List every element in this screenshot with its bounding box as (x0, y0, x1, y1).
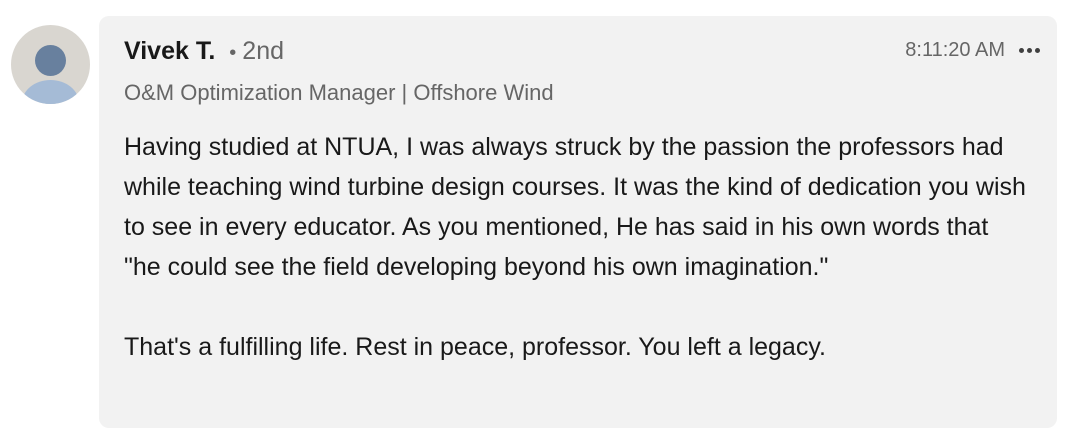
ellipsis-icon (1019, 47, 1040, 53)
author-headline: O&M Optimization Manager | Offshore Wind (124, 80, 554, 105)
comment-meta: 8:11:20 AM (905, 36, 1040, 64)
timestamp: 8:11:20 AM (905, 38, 1005, 61)
author-row: Vivek T. • 2nd (124, 37, 284, 71)
more-options-button[interactable] (1019, 47, 1040, 53)
separator-dot: • (229, 42, 237, 64)
comment-body: Having studied at NTUA, I was always str… (124, 127, 1029, 367)
comment-paragraph: Having studied at NTUA, I was always str… (124, 133, 1026, 281)
avatar[interactable] (11, 25, 90, 104)
avatar-head-shape (35, 45, 66, 76)
author-name[interactable]: Vivek T. (124, 37, 215, 66)
connection-degree: 2nd (242, 37, 285, 65)
comment-paragraph: That's a fulfilling life. Rest in peace,… (124, 333, 826, 361)
comment-bubble: Vivek T. • 2nd O&M Optimization Manager … (99, 16, 1057, 428)
avatar-shoulders-shape (22, 80, 79, 104)
